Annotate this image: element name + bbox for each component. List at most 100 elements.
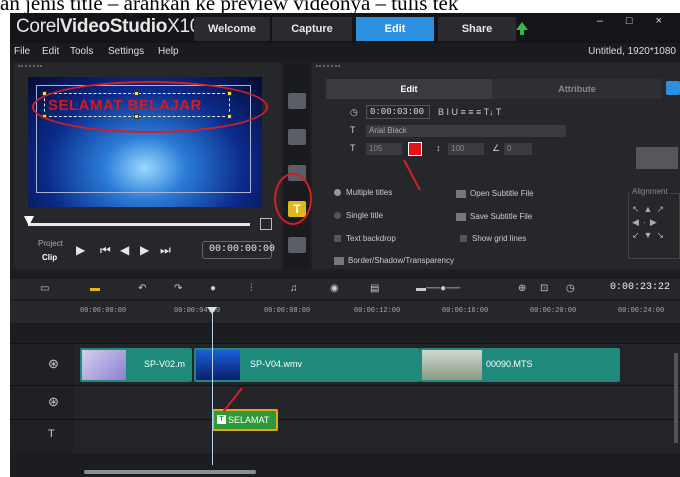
videostudio-window: CorelVideoStudioX10 Welcome Capture Edit… bbox=[10, 13, 680, 477]
single-title-option[interactable]: Single title bbox=[334, 211, 383, 220]
panel-grip[interactable] bbox=[316, 65, 340, 68]
clip-name: SP-V04.wmv bbox=[250, 359, 303, 369]
zoom-out-icon[interactable]: ▬──●── bbox=[416, 283, 460, 295]
horizontal-scrollbar[interactable] bbox=[84, 470, 256, 474]
clip-name: 00090.MTS bbox=[486, 359, 533, 369]
end-icon[interactable]: ⏭ bbox=[160, 243, 171, 258]
upload-arrow-icon[interactable] bbox=[516, 22, 528, 35]
undo-icon[interactable]: ↶ bbox=[138, 283, 146, 295]
clock-icon: ◷ bbox=[350, 107, 358, 117]
annotation-arrow bbox=[403, 159, 421, 191]
timeline-clip[interactable]: SP-V04.wmv bbox=[194, 348, 420, 382]
clip-thumbnail bbox=[82, 350, 126, 380]
playhead-line[interactable] bbox=[212, 313, 213, 465]
motion-tracking-icon[interactable]: ◉ bbox=[330, 283, 339, 295]
redo-icon[interactable]: ↷ bbox=[174, 283, 182, 295]
time-ruler[interactable]: 00:00:00:00 00:00:04:00 00:00:08:00 00:0… bbox=[10, 301, 680, 323]
alignment-buttons[interactable]: ↖▲↗ ◀·▶ ↙▼↘ bbox=[632, 203, 676, 242]
clip-thumbnail bbox=[196, 350, 240, 380]
timeline-view-icon[interactable]: ▬ bbox=[90, 283, 100, 295]
text-backdrop-option[interactable]: Text backdrop bbox=[334, 234, 396, 243]
project-mode-label[interactable]: Project bbox=[38, 239, 63, 248]
home-icon[interactable]: ⏮ bbox=[100, 243, 111, 258]
annotation-circle bbox=[32, 81, 268, 133]
graphic-icon[interactable] bbox=[288, 237, 306, 253]
tab-options-edit[interactable]: Edit bbox=[326, 79, 492, 99]
record-icon[interactable]: ● bbox=[210, 283, 216, 295]
menu-bar: File Edit Tools Settings Help Untitled, … bbox=[10, 43, 680, 61]
angle-icon: ∠ bbox=[492, 143, 501, 153]
ruler-tick: 00:00:24:00 bbox=[618, 307, 665, 315]
app-logo: CorelVideoStudioX10 bbox=[16, 16, 201, 37]
tab-share[interactable]: Share bbox=[438, 17, 516, 41]
clip-mode-label[interactable]: Clip bbox=[42, 253, 57, 262]
open-subtitle-button[interactable]: Open Subtitle File bbox=[456, 189, 534, 198]
tab-options-attribute[interactable]: Attribute bbox=[492, 79, 662, 99]
font-size-icon: T bbox=[350, 143, 356, 153]
title-track-icon[interactable]: T bbox=[48, 428, 55, 440]
preview-panel: SELAMAT BELAJAR Project Clip ▶ ⏮ ◀ ▶ ⏭ 0… bbox=[14, 63, 282, 269]
preview-timecode[interactable]: 00:00:00:00 bbox=[202, 241, 275, 259]
title-track[interactable]: T bbox=[10, 419, 680, 454]
collapse-icon[interactable] bbox=[666, 81, 680, 95]
ruler-tick: 00:00:20:00 bbox=[530, 307, 577, 315]
zoom-in-icon[interactable]: ⊕ bbox=[518, 283, 526, 295]
project-title: Untitled, 1920*1080 bbox=[588, 46, 676, 57]
save-subtitle-button[interactable]: Save Subtitle File bbox=[456, 212, 532, 221]
instant-project-icon[interactable] bbox=[288, 129, 306, 145]
menu-tools[interactable]: Tools bbox=[70, 46, 93, 57]
media-icon[interactable] bbox=[288, 93, 306, 109]
timeline-footer bbox=[10, 467, 680, 477]
clip-name: SP-V02.m bbox=[144, 359, 186, 369]
tab-capture[interactable]: Capture bbox=[272, 17, 352, 41]
duration-field[interactable]: 0:00:03:00 bbox=[366, 105, 430, 119]
text-color-swatch[interactable] bbox=[408, 142, 422, 156]
font-select[interactable]: Arial Black bbox=[366, 125, 566, 137]
border-shadow-button[interactable]: Border/Shadow/Transparency bbox=[334, 256, 454, 265]
video-track-icon[interactable]: ⊛ bbox=[48, 356, 59, 372]
previous-frame-icon[interactable]: ◀ bbox=[120, 243, 129, 257]
overlay-track-icon[interactable]: ⊛ bbox=[48, 394, 59, 410]
panel-grip[interactable] bbox=[18, 65, 42, 68]
overlay-track[interactable]: ⊛ bbox=[10, 385, 680, 420]
fit-project-icon[interactable]: ⊡ bbox=[540, 283, 548, 295]
ruler-tick: 00:00:00:00 bbox=[80, 307, 127, 315]
vertical-scrollbar[interactable] bbox=[674, 353, 678, 443]
storyboard-view-icon[interactable]: ▭ bbox=[40, 283, 49, 295]
annotation-circle bbox=[274, 173, 312, 225]
menu-help[interactable]: Help bbox=[158, 46, 179, 57]
track-header: T bbox=[10, 420, 74, 454]
title-bar: CorelVideoStudioX10 Welcome Capture Edit… bbox=[10, 13, 680, 43]
video-track[interactable]: ⊛ SP-V02.m SP-V04.wmv 00090.MTS bbox=[10, 343, 680, 386]
timeline-clip[interactable]: SP-V02.m bbox=[80, 348, 192, 382]
next-frame-icon[interactable]: ▶ bbox=[140, 243, 149, 257]
angle-field[interactable]: 0 bbox=[504, 143, 532, 155]
scrub-bar[interactable] bbox=[28, 223, 250, 226]
tab-edit[interactable]: Edit bbox=[356, 17, 434, 41]
auto-music-icon[interactable]: ♫ bbox=[290, 283, 298, 295]
alignment-label: Alignment bbox=[630, 187, 670, 196]
menu-settings[interactable]: Settings bbox=[108, 46, 144, 57]
font-size-select[interactable]: 105 bbox=[366, 143, 402, 155]
menu-edit[interactable]: Edit bbox=[42, 46, 59, 57]
track-header: ⊛ bbox=[10, 386, 74, 420]
multiple-titles-option[interactable]: Multiple titles bbox=[334, 188, 392, 197]
text-style-buttons[interactable]: B I U ≡ ≡ ≡ T↓ T bbox=[438, 107, 501, 117]
show-grid-option[interactable]: Show grid lines bbox=[460, 234, 526, 243]
timeline-duration: 0:00:23:22 bbox=[610, 282, 671, 293]
snapshot-icon[interactable] bbox=[260, 218, 272, 230]
subtitle-editor-icon[interactable]: ▤ bbox=[370, 283, 379, 295]
preset-swatch[interactable] bbox=[636, 147, 678, 169]
menu-file[interactable]: File bbox=[14, 46, 30, 57]
line-spacing-select[interactable]: 100 bbox=[448, 143, 484, 155]
play-icon[interactable]: ▶ bbox=[76, 243, 85, 257]
sound-mixer-icon[interactable]: ⫶ bbox=[250, 283, 253, 295]
ruler-tick: 00:00:16:00 bbox=[442, 307, 489, 315]
window-controls[interactable]: – □ × bbox=[597, 15, 672, 27]
timeline-clip[interactable]: 00090.MTS bbox=[420, 348, 620, 382]
clock-icon: ◷ bbox=[566, 283, 575, 294]
title-clip[interactable]: SELAMAT bbox=[212, 409, 278, 431]
font-icon: T bbox=[350, 125, 356, 135]
tab-welcome[interactable]: Welcome bbox=[194, 17, 270, 41]
options-tabs: Edit Attribute bbox=[326, 79, 680, 99]
